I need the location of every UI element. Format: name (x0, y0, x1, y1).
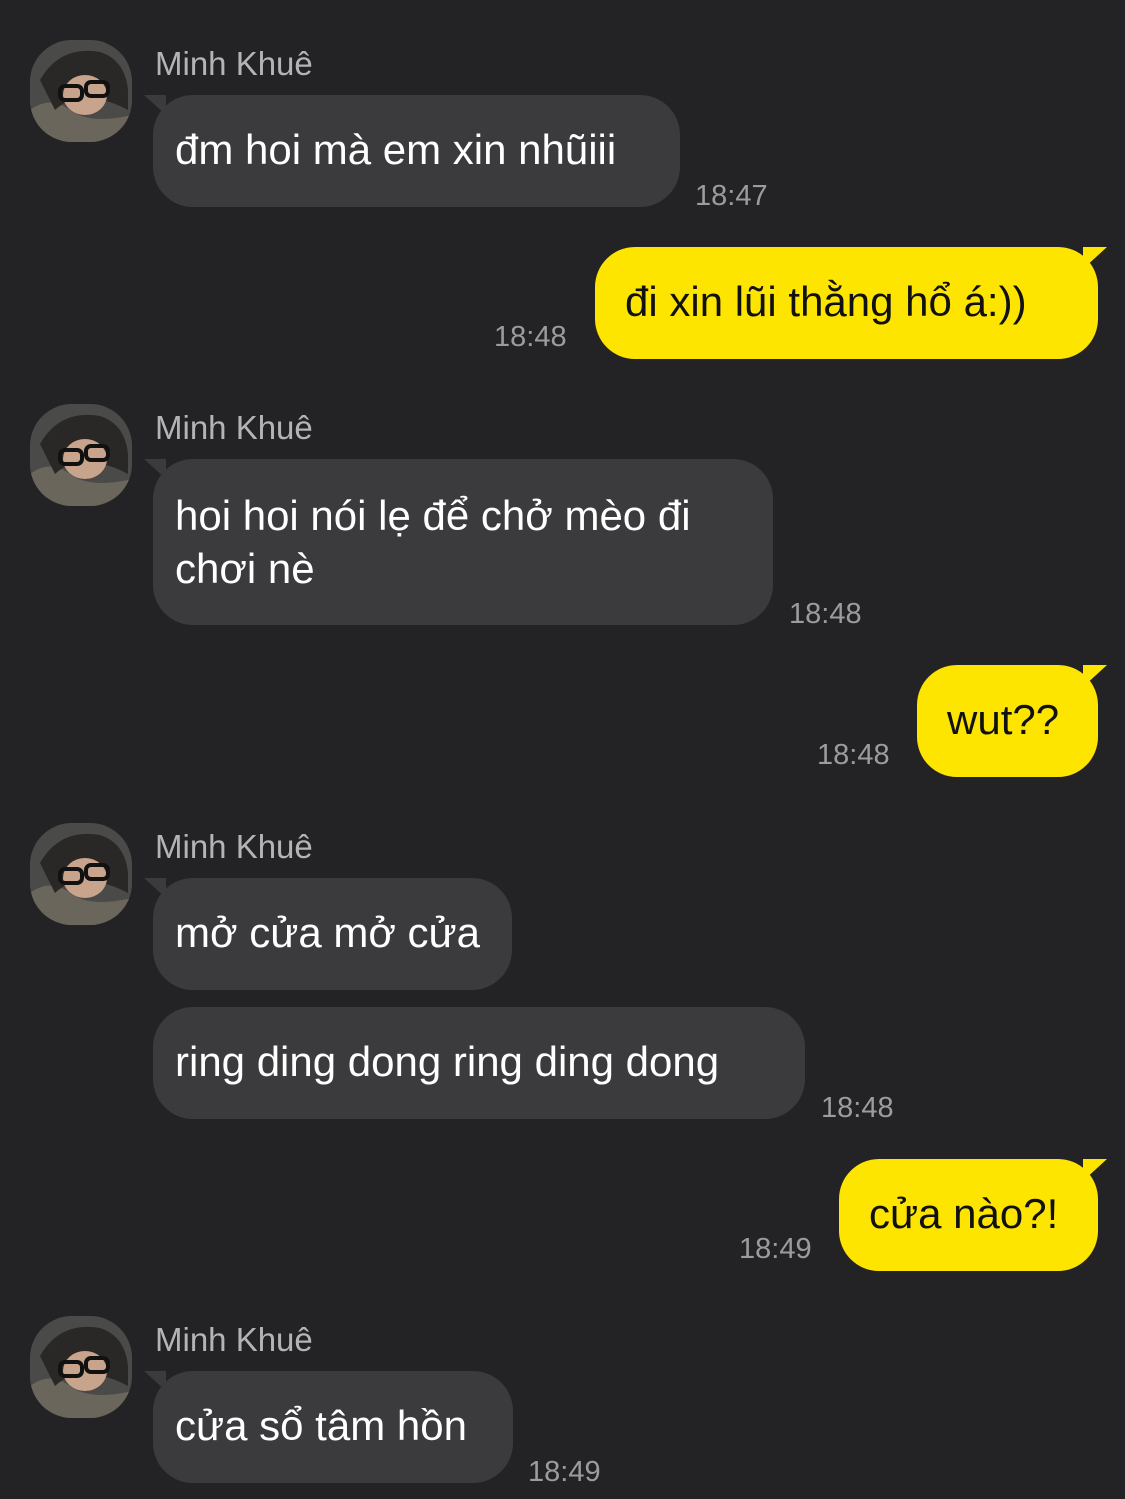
profile-photo-icon (30, 404, 132, 506)
message-timestamp: 18:48 (817, 739, 890, 771)
message-text: đi xin lũi thằng hổ á:)) (625, 278, 1027, 325)
message-text: wut?? (947, 696, 1060, 743)
incoming-message-bubble[interactable]: đm hoi mà em xin nhũiii (144, 95, 680, 207)
sender-name: Minh Khuê (155, 409, 313, 446)
message-text: ring ding dong ring ding dong (175, 1038, 720, 1085)
outgoing-message-bubble[interactable]: cửa nào?! (839, 1159, 1107, 1271)
message-timestamp: 18:48 (494, 321, 567, 353)
chat-message-list[interactable]: Minh Khuê đm hoi mà em xin nhũiii 18:47 … (0, 0, 1125, 1499)
message-text-line: hoi hoi nói lẹ để chở mèo đi (175, 492, 691, 539)
message-timestamp: 18:49 (528, 1456, 601, 1488)
message-text: đm hoi mà em xin nhũiii (175, 126, 617, 173)
message-text: cửa sổ tâm hồn (175, 1402, 467, 1449)
outgoing-message-bubble[interactable]: wut?? (917, 665, 1107, 777)
message-timestamp: 18:48 (821, 1092, 894, 1124)
message-text-line: chơi nè (175, 545, 315, 592)
contact-avatar[interactable] (30, 404, 132, 506)
message-timestamp: 18:48 (789, 598, 862, 630)
incoming-message-bubble[interactable]: ring ding dong ring ding dong (153, 1007, 805, 1119)
sender-name: Minh Khuê (155, 828, 313, 865)
message-timestamp: 18:47 (695, 180, 768, 212)
contact-avatar[interactable] (30, 40, 132, 142)
contact-avatar[interactable] (30, 823, 132, 925)
message-text: cửa nào?! (869, 1190, 1059, 1237)
incoming-message-bubble[interactable]: hoi hoi nói lẹ để chở mèo đi chơi nè (144, 459, 773, 625)
contact-avatar[interactable] (30, 1316, 132, 1418)
incoming-message-bubble[interactable]: mở cửa mở cửa (144, 878, 512, 990)
outgoing-message-bubble[interactable]: đi xin lũi thằng hổ á:)) (595, 247, 1107, 359)
profile-photo-icon (30, 1316, 132, 1418)
message-text: mở cửa mở cửa (175, 909, 481, 956)
sender-name: Minh Khuê (155, 45, 313, 82)
profile-photo-icon (30, 823, 132, 925)
incoming-message-bubble[interactable]: cửa sổ tâm hồn (144, 1371, 513, 1483)
profile-photo-icon (30, 40, 132, 142)
sender-name: Minh Khuê (155, 1321, 313, 1358)
message-timestamp: 18:49 (739, 1233, 812, 1265)
